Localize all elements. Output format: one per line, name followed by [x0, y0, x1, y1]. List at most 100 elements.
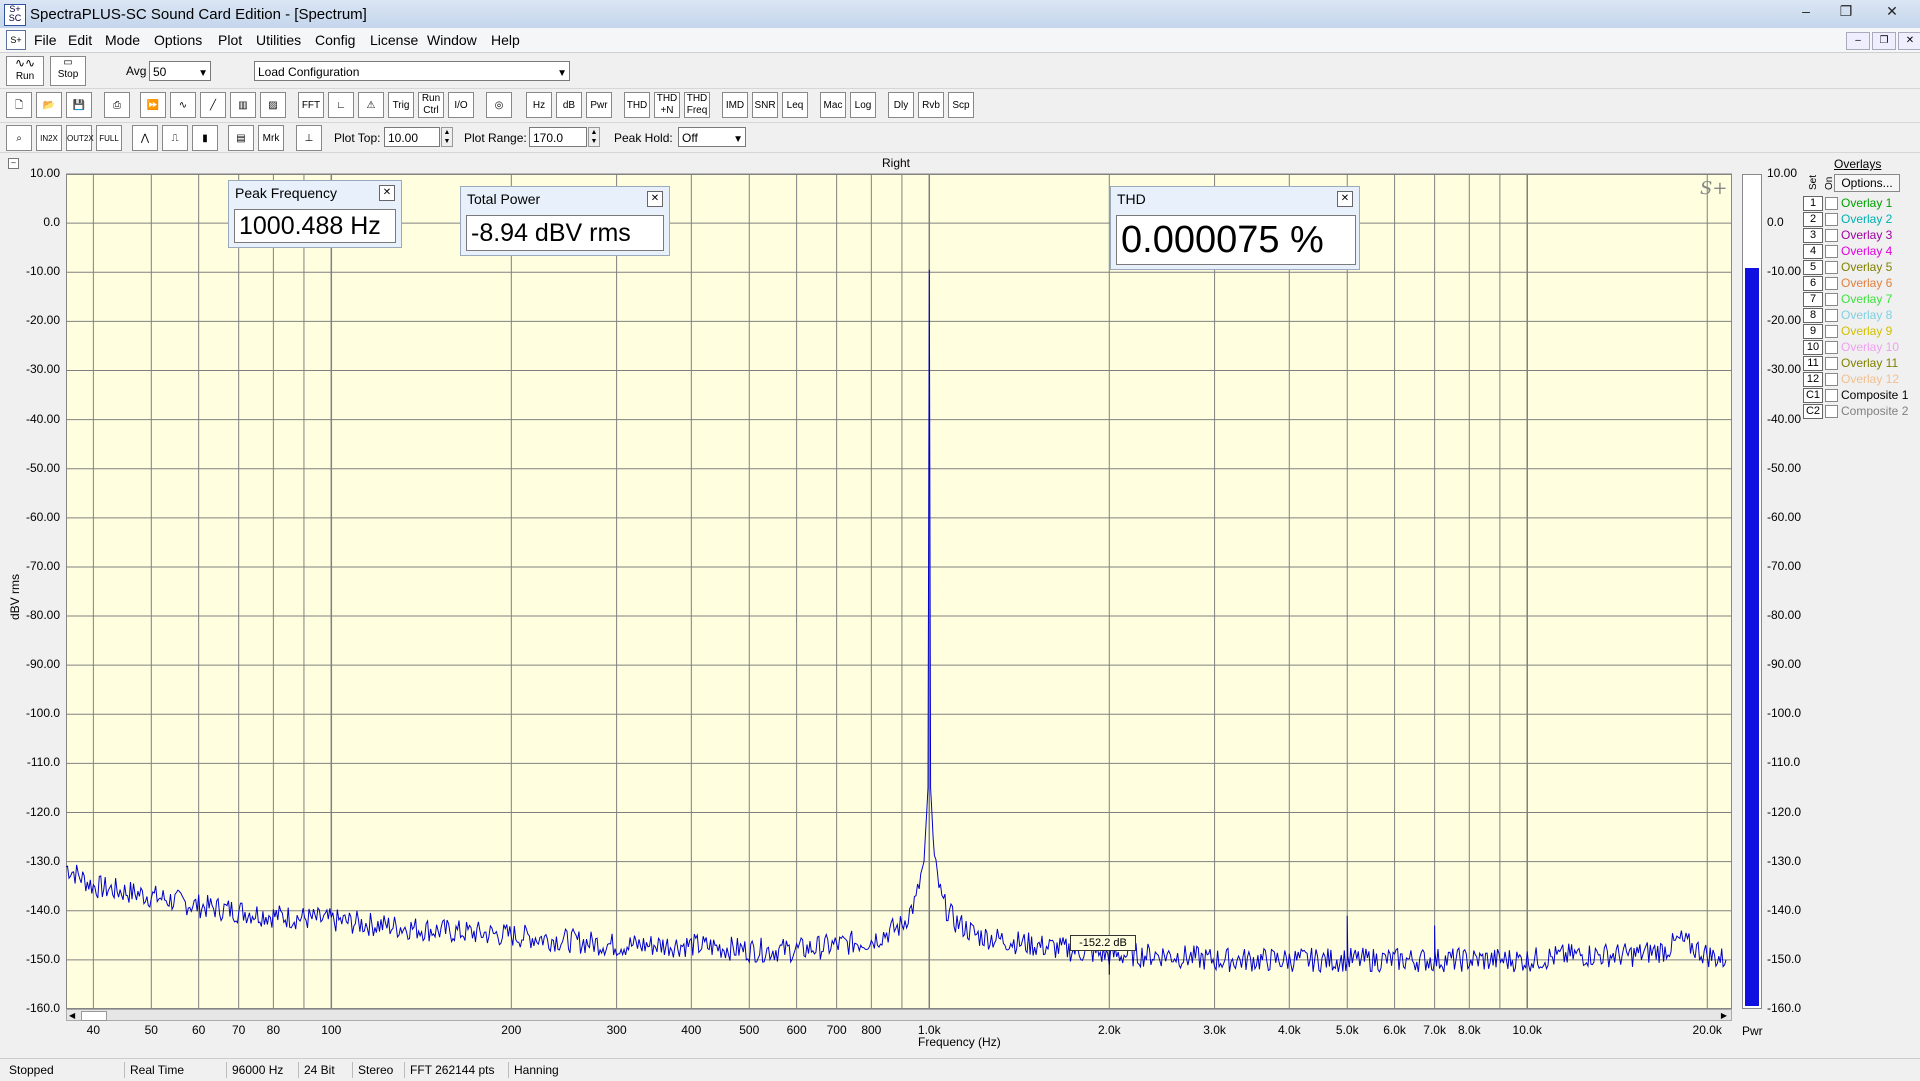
x-tick-label: 8.0k — [1457, 1023, 1481, 1037]
spectrum-trace — [65, 269, 1727, 974]
scroll-left-icon[interactable]: ◀ — [69, 1011, 75, 1020]
x-tick-label: 50 — [144, 1023, 158, 1037]
overlay-options-button[interactable]: Options... — [1834, 174, 1900, 192]
overlay-name: Composite 2 — [1841, 404, 1909, 418]
overlay-set-button[interactable]: 8 — [1803, 308, 1823, 323]
splus-logo: S+ — [1700, 178, 1728, 199]
meter-tick-label: -40.00 — [1767, 411, 1802, 426]
overlay-on-checkbox[interactable] — [1825, 325, 1838, 338]
overlay-name: Overlay 5 — [1841, 260, 1893, 274]
status-bit-depth: 24 Bit — [298, 1062, 335, 1078]
close-icon[interactable]: ✕ — [379, 185, 395, 201]
x-tick-label: 100 — [321, 1023, 342, 1037]
meter-tick-label: -70.00 — [1767, 558, 1802, 573]
overlay-set-button[interactable]: 12 — [1803, 372, 1823, 387]
thd-title: THD — [1117, 191, 1146, 207]
overlay-name: Overlay 9 — [1841, 324, 1893, 338]
status-window: Hanning — [508, 1062, 559, 1078]
status-fft-size: FFT 262144 pts — [404, 1062, 495, 1078]
overlay-on-checkbox[interactable] — [1825, 309, 1838, 322]
power-meter — [1742, 174, 1762, 1009]
overlays-title: Overlays — [1834, 157, 1882, 171]
x-tick-label: 5.0k — [1335, 1023, 1359, 1037]
overlay-set-button[interactable]: 11 — [1803, 356, 1823, 371]
overlay-on-checkbox[interactable] — [1825, 373, 1838, 386]
x-axis-label: Frequency (Hz) — [918, 1035, 1001, 1049]
total-power-panel[interactable]: Total Power ✕ -8.94 dBV rms — [460, 186, 670, 256]
overlay-set-button[interactable]: 5 — [1803, 260, 1823, 275]
overlay-set-button[interactable]: 3 — [1803, 228, 1823, 243]
y-tick-label: -60.00 — [25, 509, 60, 524]
scroll-thumb[interactable] — [81, 1011, 107, 1021]
status-bar: Stopped Real Time 96000 Hz 24 Bit Stereo… — [0, 1058, 1920, 1081]
overlay-set-button[interactable]: 6 — [1803, 276, 1823, 291]
overlay-set-button[interactable]: 4 — [1803, 244, 1823, 259]
overlay-on-checkbox[interactable] — [1825, 245, 1838, 258]
y-tick-label: -40.00 — [25, 411, 60, 426]
overlay-on-checkbox[interactable] — [1825, 293, 1838, 306]
overlay-set-button[interactable]: 7 — [1803, 292, 1823, 307]
meter-tick-label: 0.0 — [1767, 215, 1784, 230]
scroll-right-icon[interactable]: ▶ — [1721, 1011, 1727, 1020]
peak-frequency-title: Peak Frequency — [235, 185, 337, 201]
meter-tick-label: -120.0 — [1767, 804, 1802, 819]
status-mode: Real Time — [124, 1062, 184, 1078]
y-tick-label: -30.00 — [25, 362, 60, 377]
overlay-name: Overlay 2 — [1841, 212, 1893, 226]
y-tick-label: -160.0 — [25, 1001, 60, 1015]
overlay-on-checkbox[interactable] — [1825, 197, 1838, 210]
meter-tick-label: -10.00 — [1767, 264, 1802, 279]
status-run-state: Stopped — [9, 1063, 54, 1077]
overlay-set-button[interactable]: 9 — [1803, 324, 1823, 339]
overlay-on-checkbox[interactable] — [1825, 389, 1838, 402]
overlay-set-button[interactable]: 1 — [1803, 196, 1823, 211]
meter-tick-label: -20.00 — [1767, 313, 1802, 328]
x-tick-label: 400 — [681, 1023, 702, 1037]
y-tick-label: -130.0 — [25, 853, 60, 868]
overlay-on-checkbox[interactable] — [1825, 277, 1838, 290]
horizontal-scrollbar[interactable]: ◀ ▶ — [66, 1009, 1732, 1021]
thd-panel[interactable]: THD ✕ 0.000075 % — [1110, 186, 1360, 270]
y-tick-label: -150.0 — [25, 951, 60, 966]
overlay-on-checkbox[interactable] — [1825, 261, 1838, 274]
x-tick-label: 200 — [501, 1023, 522, 1037]
overlay-on-checkbox[interactable] — [1825, 341, 1838, 354]
overlay-on-checkbox[interactable] — [1825, 357, 1838, 370]
overlay-name: Overlay 3 — [1841, 228, 1893, 242]
peak-frequency-value: 1000.488 Hz — [234, 209, 396, 243]
meter-tick-label: -50.00 — [1767, 460, 1802, 475]
overlay-on-checkbox[interactable] — [1825, 213, 1838, 226]
y-tick-label: -20.00 — [25, 313, 60, 328]
y-tick-label: -120.0 — [25, 804, 60, 819]
meter-tick-label: -130.0 — [1767, 853, 1802, 868]
y-tick-label: -100.0 — [25, 706, 60, 721]
peak-frequency-panel[interactable]: Peak Frequency ✕ 1000.488 Hz — [228, 180, 402, 248]
power-meter-fill — [1745, 267, 1759, 1006]
thd-value: 0.000075 % — [1116, 215, 1356, 265]
x-tick-label: 300 — [606, 1023, 627, 1037]
x-tick-label: 80 — [266, 1023, 281, 1037]
overlay-set-button[interactable]: 10 — [1803, 340, 1823, 355]
overlay-set-button[interactable]: C2 — [1803, 404, 1823, 419]
overlay-name: Overlay 11 — [1841, 356, 1899, 370]
overlay-on-checkbox[interactable] — [1825, 229, 1838, 242]
overlay-on-checkbox[interactable] — [1825, 405, 1838, 418]
overlay-set-button[interactable]: C1 — [1803, 388, 1823, 403]
y-tick-label: -110.0 — [26, 755, 60, 770]
meter-tick-label: -110.0 — [1767, 755, 1801, 770]
x-tick-label: 20.0k — [1692, 1023, 1722, 1037]
overlay-set-button[interactable]: 2 — [1803, 212, 1823, 227]
close-icon[interactable]: ✕ — [647, 191, 663, 207]
y-tick-label: -80.00 — [25, 608, 60, 623]
meter-tick-label: -150.0 — [1767, 951, 1802, 966]
total-power-title: Total Power — [467, 191, 541, 207]
x-tick-label: 500 — [739, 1023, 760, 1037]
meter-tick-label: -140.0 — [1767, 902, 1802, 917]
overlay-name: Overlay 10 — [1841, 340, 1900, 354]
meter-tick-label: -80.00 — [1767, 608, 1802, 623]
x-tick-label: 4.0k — [1277, 1023, 1301, 1037]
y-tick-label: -140.0 — [25, 902, 60, 917]
close-icon[interactable]: ✕ — [1337, 191, 1353, 207]
overlay-name: Overlay 7 — [1841, 292, 1893, 306]
y-tick-label: -70.00 — [25, 558, 60, 573]
